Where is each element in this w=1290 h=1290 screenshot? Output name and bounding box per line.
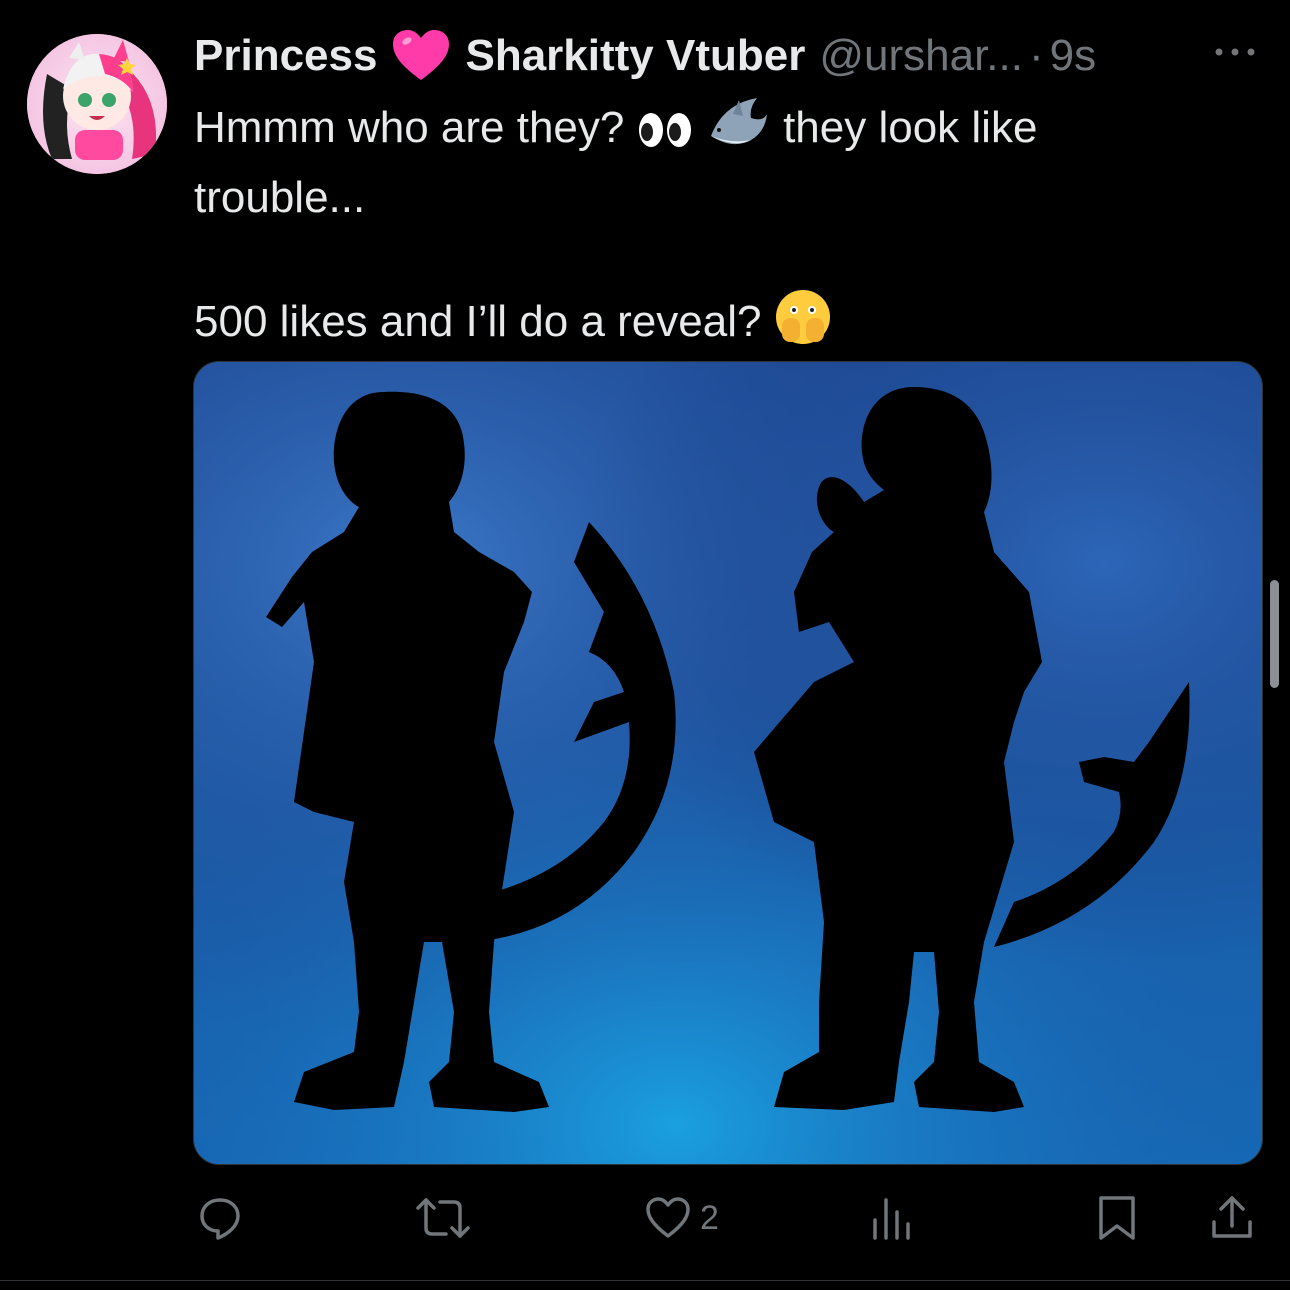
shark-emoji-icon (705, 92, 771, 168)
tweet-text-part: 500 likes and I’ll do a reveal? (194, 297, 762, 346)
silhouette-reveal-image (194, 362, 1262, 1164)
tweet-text-line1: Hmmm who are they? they look like (194, 92, 1154, 168)
views-bar-chart-icon (870, 1194, 914, 1242)
like-count: 2 (700, 1198, 719, 1237)
tweet-text-part: Hmmm who are they? (194, 103, 625, 152)
tweet[interactable]: Princess Sharkitty Vtuber @urshar... · 9… (0, 0, 1290, 1290)
eyes-emoji-icon (637, 108, 693, 168)
tweet-header: Princess Sharkitty Vtuber @urshar... · 9… (194, 28, 1096, 84)
tweet-text-part: they look like (783, 103, 1038, 152)
share-icon (1210, 1194, 1254, 1242)
reply-icon (196, 1194, 244, 1242)
divider (0, 1280, 1290, 1281)
like-button[interactable]: 2 (644, 1190, 719, 1246)
tweet-text-line3: 500 likes and I’ll do a reveal? (194, 288, 1154, 362)
pink-heart-icon (391, 28, 451, 84)
face-hand-over-mouth-emoji-icon (774, 288, 832, 362)
repost-button[interactable] (414, 1190, 480, 1246)
avatar[interactable] (27, 34, 167, 174)
scrollbar-thumb[interactable] (1270, 580, 1279, 688)
display-name-first[interactable]: Princess (194, 31, 377, 81)
bookmark-icon (1097, 1194, 1137, 1242)
repost-icon (414, 1194, 472, 1242)
more-options-icon[interactable] (1210, 40, 1260, 64)
tweet-text: Hmmm who are they? they look like troubl… (194, 92, 1154, 362)
bookmark-button[interactable] (1097, 1190, 1137, 1246)
tweet-text-line2: trouble... (194, 173, 366, 222)
user-handle[interactable]: @urshar... (819, 31, 1023, 81)
timestamp[interactable]: 9s (1050, 31, 1096, 81)
display-name-second[interactable]: Sharkitty Vtuber (465, 31, 805, 81)
avatar-image (27, 34, 167, 174)
action-bar: 2 (0, 1190, 1290, 1246)
views-button[interactable] (870, 1190, 922, 1246)
reply-button[interactable] (196, 1190, 252, 1246)
share-button[interactable] (1210, 1190, 1254, 1246)
separator-dot: · (1028, 31, 1044, 80)
heart-icon (644, 1194, 692, 1242)
tweet-media-image[interactable] (193, 361, 1263, 1165)
